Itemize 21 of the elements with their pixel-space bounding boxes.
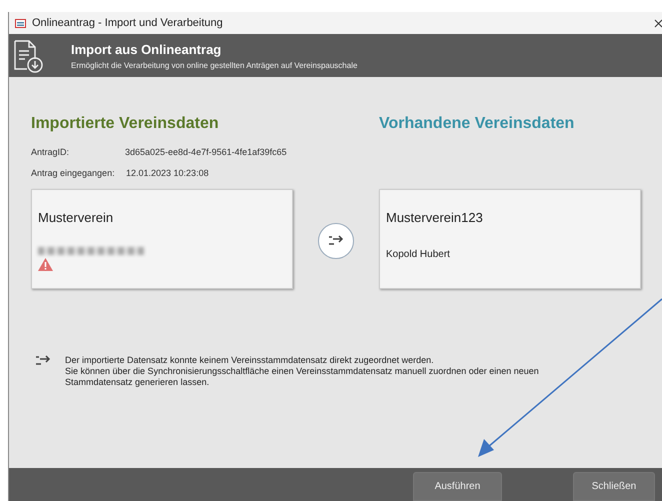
- field-value: 12.01.2023 10:23:08: [126, 168, 209, 178]
- header-subtitle: Ermöglicht die Verarbeitung von online gestellten Anträgen auf Vereinspauschale: [71, 60, 358, 70]
- field-label: AntragID:: [31, 147, 70, 157]
- document-download-icon: [13, 38, 45, 72]
- club-name: Musterverein: [38, 210, 114, 225]
- field-label: Antrag eingegangen:: [31, 168, 116, 178]
- club-name: Musterverein123: [386, 210, 484, 225]
- contact-name: Kopold Hubert: [386, 249, 451, 260]
- execute-button[interactable]: Ausführen: [413, 472, 502, 501]
- window-title: Onlineantrag - Import und Verarbeitung: [32, 17, 224, 29]
- imported-heading: Importierte Vereinsdaten: [31, 115, 220, 134]
- swap-arrows-icon: [35, 355, 51, 367]
- field-value: 3d65a025-ee8d-4e7f-9561-4fe1af39fc65: [125, 147, 287, 157]
- close-button[interactable]: Schließen: [573, 472, 655, 501]
- form-icon: [15, 18, 26, 28]
- swap-arrows-icon: [328, 235, 344, 247]
- header-title: Import aus Onlineantrag: [71, 42, 222, 56]
- close-icon[interactable]: [654, 18, 662, 28]
- info-text: Der importierte Datensatz konnte keinem Vereinsstammdatensatz direkt zugeordnet werden. Sie können über die Synchronisierungsschaltfläche einen Vereinsstammdatensatz manuell zuordnen oder einen neuen Stammdatensatz generieren lassen.: [65, 355, 539, 388]
- existing-heading: Vorhandene Vereinsdaten: [379, 115, 576, 134]
- synchronize-button[interactable]: [318, 223, 354, 259]
